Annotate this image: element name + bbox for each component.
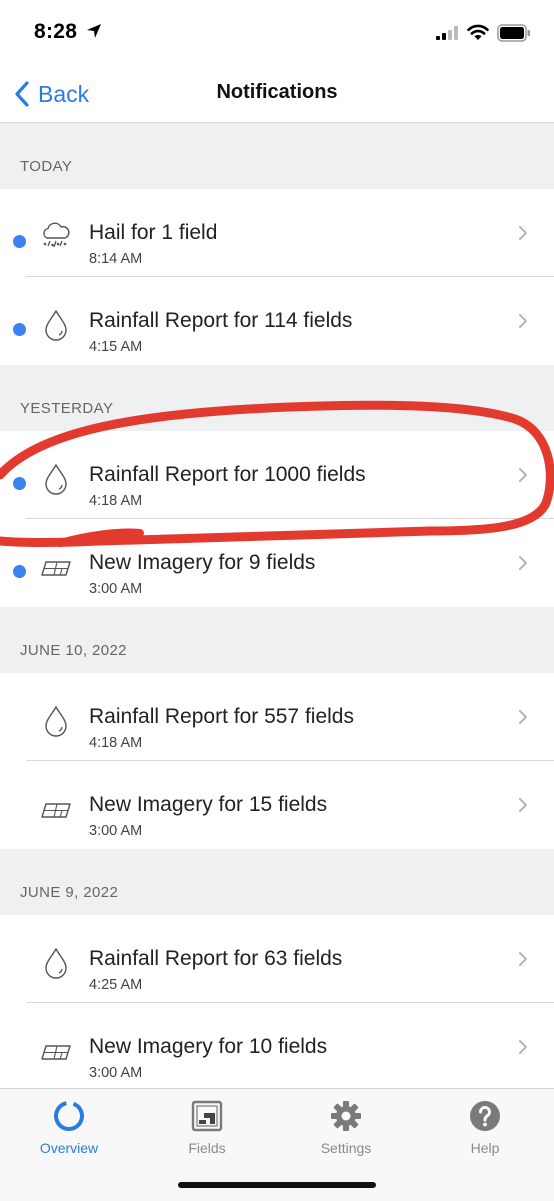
notification-title: Rainfall Report for 114 fields bbox=[89, 309, 353, 332]
notification-row[interactable]: Rainfall Report for 114 fields 4:15 AM bbox=[0, 277, 554, 365]
notification-time: 3:00 AM bbox=[89, 581, 143, 597]
notification-title: New Imagery for 10 fields bbox=[89, 1035, 328, 1058]
home-indicator bbox=[178, 1182, 376, 1188]
notification-time: 3:00 AM bbox=[89, 1065, 143, 1081]
notification-title: Hail for 1 field bbox=[89, 221, 218, 244]
notification-time: 4:18 AM bbox=[89, 493, 143, 509]
notification-title: Rainfall Report for 63 fields bbox=[89, 947, 343, 970]
notification-time: 3:00 AM bbox=[89, 823, 143, 839]
section-header-label: TODAY bbox=[20, 158, 73, 175]
location-arrow-icon bbox=[87, 24, 101, 38]
notification-time: 4:25 AM bbox=[89, 977, 143, 993]
fields-icon bbox=[191, 1100, 223, 1132]
chevron-right-icon bbox=[519, 1040, 527, 1054]
tab-label: Overview bbox=[39, 1140, 99, 1156]
help-icon bbox=[470, 1101, 500, 1131]
status-bar: 8:28 bbox=[0, 0, 554, 64]
notification-title: Rainfall Report for 1000 fields bbox=[89, 463, 366, 486]
wifi-icon bbox=[467, 24, 489, 40]
notification-title: Rainfall Report for 557 fields bbox=[89, 705, 354, 728]
cellular-signal-icon bbox=[436, 26, 458, 40]
notification-row[interactable]: Hail for 1 field 8:14 AM bbox=[0, 189, 554, 277]
notification-row[interactable]: New Imagery for 15 fields 3:00 AM bbox=[0, 761, 554, 849]
raindrop-icon bbox=[45, 705, 67, 737]
raindrop-icon bbox=[45, 309, 67, 341]
chevron-right-icon bbox=[519, 798, 527, 812]
section-header-label: JUNE 10, 2022 bbox=[20, 642, 127, 659]
tab-label: Fields bbox=[188, 1140, 226, 1156]
notification-row[interactable]: Rainfall Report for 1000 fields 4:18 AM bbox=[0, 431, 554, 519]
raindrop-icon bbox=[45, 947, 67, 979]
tab-settings[interactable]: Settings bbox=[286, 1099, 406, 1159]
overview-ring-icon bbox=[54, 1101, 84, 1131]
notification-row[interactable]: Rainfall Report for 557 fields 4:18 AM bbox=[0, 673, 554, 761]
gear-icon bbox=[331, 1101, 361, 1131]
notification-row[interactable]: New Imagery for 10 fields 3:00 AM bbox=[0, 1003, 554, 1091]
section-header-june-10: JUNE 10, 2022 bbox=[0, 607, 554, 673]
tab-fields[interactable]: Fields bbox=[147, 1099, 267, 1159]
imagery-icon bbox=[41, 1045, 71, 1060]
raindrop-icon bbox=[45, 463, 67, 495]
chevron-right-icon bbox=[519, 556, 527, 570]
unread-dot bbox=[13, 565, 26, 578]
notification-title: New Imagery for 9 fields bbox=[89, 551, 316, 574]
section-header-label: JUNE 9, 2022 bbox=[20, 884, 119, 901]
hail-icon bbox=[43, 222, 70, 248]
section-header-today: TODAY bbox=[0, 123, 554, 189]
notification-row[interactable]: Rainfall Report for 63 fields 4:25 AM bbox=[0, 915, 554, 1003]
navigation-bar: Back Notifications bbox=[0, 64, 554, 123]
status-time: 8:28 bbox=[34, 20, 78, 43]
chevron-right-icon bbox=[519, 314, 527, 328]
unread-dot bbox=[13, 323, 26, 336]
unread-dot bbox=[13, 235, 26, 248]
notification-time: 4:18 AM bbox=[89, 735, 143, 751]
section-header-yesterday: YESTERDAY bbox=[0, 365, 554, 431]
battery-icon bbox=[497, 24, 530, 42]
chevron-right-icon bbox=[519, 226, 527, 240]
notification-time: 8:14 AM bbox=[89, 251, 143, 267]
tab-label: Help bbox=[470, 1140, 500, 1156]
chevron-right-icon bbox=[519, 952, 527, 966]
tab-overview[interactable]: Overview bbox=[9, 1099, 129, 1159]
imagery-icon bbox=[41, 561, 71, 576]
imagery-icon bbox=[41, 803, 71, 818]
notification-title: New Imagery for 15 fields bbox=[89, 793, 328, 816]
notification-row[interactable]: New Imagery for 9 fields 3:00 AM bbox=[0, 519, 554, 607]
page-title: Notifications bbox=[216, 81, 338, 103]
unread-dot bbox=[13, 477, 26, 490]
notification-list: TODAY Hail for 1 field 8:14 AM Rainfall … bbox=[0, 123, 554, 1091]
chevron-right-icon bbox=[519, 468, 527, 482]
tab-help[interactable]: Help bbox=[425, 1099, 545, 1159]
section-header-june-9: JUNE 9, 2022 bbox=[0, 849, 554, 915]
chevron-right-icon bbox=[519, 710, 527, 724]
tab-label: Settings bbox=[320, 1140, 372, 1156]
section-header-label: YESTERDAY bbox=[20, 400, 114, 417]
notification-time: 4:15 AM bbox=[89, 339, 143, 355]
